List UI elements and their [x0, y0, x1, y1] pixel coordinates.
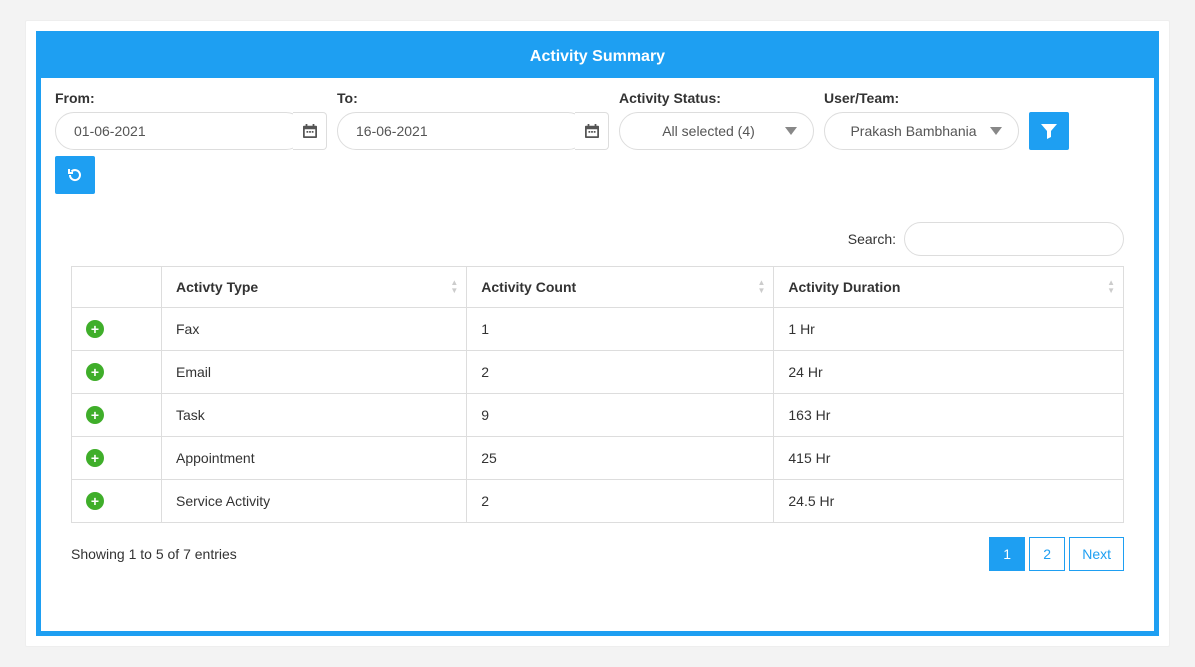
user-team-select[interactable]: Prakash Bambhania: [824, 112, 1019, 150]
cell-count: 25: [467, 437, 774, 480]
filter-to: To:: [337, 90, 609, 150]
chevron-down-icon: [785, 127, 797, 135]
activity-summary-panel: Activity Summary From: To:: [36, 31, 1159, 636]
outer-card: Activity Summary From: To:: [25, 20, 1170, 647]
table-row: + Email 2 24 Hr: [72, 351, 1124, 394]
expand-row-icon[interactable]: +: [86, 320, 104, 338]
from-date-picker-button[interactable]: [293, 112, 327, 150]
column-activity-duration[interactable]: Activity Duration ▲▼: [774, 267, 1124, 308]
calendar-icon: [585, 124, 599, 138]
status-selected: All selected (4): [662, 123, 755, 139]
reset-filter-button[interactable]: [55, 156, 95, 194]
page-1-button[interactable]: 1: [989, 537, 1025, 571]
cell-count: 9: [467, 394, 774, 437]
search-input[interactable]: [904, 222, 1124, 256]
cell-duration: 415 Hr: [774, 437, 1124, 480]
from-date-input[interactable]: [55, 112, 305, 150]
expand-row-icon[interactable]: +: [86, 449, 104, 467]
to-label: To:: [337, 90, 609, 106]
filter-activity-status: Activity Status: All selected (4): [619, 90, 814, 150]
table-row: + Task 9 163 Hr: [72, 394, 1124, 437]
apply-filter-button[interactable]: [1029, 112, 1069, 150]
filter-from: From:: [55, 90, 327, 150]
search-row: Search:: [71, 222, 1124, 256]
expand-row-icon[interactable]: +: [86, 492, 104, 510]
content-area: Search: Activty Type ▲▼ Activity Count ▲…: [41, 204, 1154, 631]
cell-type: Service Activity: [162, 480, 467, 523]
cell-type: Appointment: [162, 437, 467, 480]
filter-user-team: User/Team: Prakash Bambhania: [824, 90, 1019, 150]
panel-title: Activity Summary: [41, 36, 1154, 78]
activity-status-select[interactable]: All selected (4): [619, 112, 814, 150]
cell-duration: 24 Hr: [774, 351, 1124, 394]
table-row: + Fax 1 1 Hr: [72, 308, 1124, 351]
page-2-button[interactable]: 2: [1029, 537, 1065, 571]
status-label: Activity Status:: [619, 90, 814, 106]
filter-icon: [1041, 123, 1057, 139]
cell-duration: 1 Hr: [774, 308, 1124, 351]
expand-row-icon[interactable]: +: [86, 363, 104, 381]
column-expand: [72, 267, 162, 308]
sort-icon: ▲▼: [450, 279, 458, 295]
cell-count: 2: [467, 480, 774, 523]
table-row: + Appointment 25 415 Hr: [72, 437, 1124, 480]
table-row: + Service Activity 2 24.5 Hr: [72, 480, 1124, 523]
user-label: User/Team:: [824, 90, 1019, 106]
cell-type: Task: [162, 394, 467, 437]
filter-bar: From: To:: [41, 78, 1154, 156]
cell-duration: 163 Hr: [774, 394, 1124, 437]
column-activity-type[interactable]: Activty Type ▲▼: [162, 267, 467, 308]
to-date-input[interactable]: [337, 112, 587, 150]
refresh-icon: [67, 167, 83, 183]
cell-count: 1: [467, 308, 774, 351]
table-info: Showing 1 to 5 of 7 entries: [71, 546, 237, 562]
to-date-picker-button[interactable]: [575, 112, 609, 150]
from-label: From:: [55, 90, 327, 106]
calendar-icon: [303, 124, 317, 138]
sort-icon: ▲▼: [1107, 279, 1115, 295]
search-label: Search:: [848, 231, 896, 247]
sort-icon: ▲▼: [757, 279, 765, 295]
expand-row-icon[interactable]: +: [86, 406, 104, 424]
table-footer: Showing 1 to 5 of 7 entries 1 2 Next: [71, 537, 1124, 571]
cell-type: Email: [162, 351, 467, 394]
activity-table: Activty Type ▲▼ Activity Count ▲▼ Activi…: [71, 266, 1124, 523]
cell-duration: 24.5 Hr: [774, 480, 1124, 523]
column-activity-count[interactable]: Activity Count ▲▼: [467, 267, 774, 308]
pagination: 1 2 Next: [989, 537, 1124, 571]
user-selected: Prakash Bambhania: [850, 123, 976, 139]
chevron-down-icon: [990, 127, 1002, 135]
cell-type: Fax: [162, 308, 467, 351]
cell-count: 2: [467, 351, 774, 394]
next-page-button[interactable]: Next: [1069, 537, 1124, 571]
